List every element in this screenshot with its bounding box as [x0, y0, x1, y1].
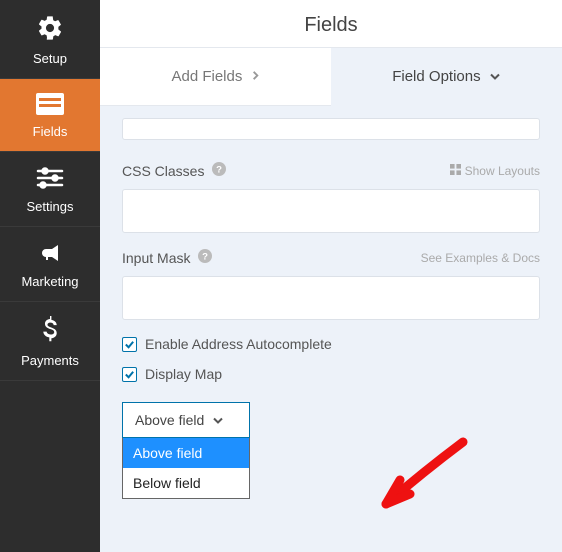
- label-text: Input Mask: [122, 250, 190, 266]
- app-root: Setup Fields Settings Marketing Payments: [0, 0, 562, 552]
- sidebar-item-settings[interactable]: Settings: [0, 152, 100, 227]
- chevron-down-icon: [212, 412, 224, 428]
- tabs: Add Fields Field Options: [100, 48, 562, 106]
- select-dropdown: Above field Below field: [122, 438, 250, 499]
- main-panel: Fields Add Fields Field Options CSS: [100, 0, 562, 552]
- help-icon[interactable]: ?: [198, 249, 212, 266]
- autocomplete-row[interactable]: Enable Address Autocomplete: [122, 336, 540, 352]
- sidebar-item-label: Settings: [27, 199, 74, 214]
- select-value: Above field: [135, 412, 204, 428]
- sidebar-item-marketing[interactable]: Marketing: [0, 227, 100, 302]
- select-option-below[interactable]: Below field: [123, 468, 249, 498]
- svg-text:?: ?: [217, 165, 223, 176]
- check-label: Display Map: [145, 366, 222, 382]
- checkbox-icon: [122, 337, 137, 352]
- label-text: CSS Classes: [122, 163, 204, 179]
- dollar-icon: [0, 316, 100, 347]
- tab-add-fields[interactable]: Add Fields: [100, 48, 331, 106]
- sidebar-item-label: Payments: [21, 353, 79, 368]
- svg-text:?: ?: [203, 252, 209, 263]
- check-label: Enable Address Autocomplete: [145, 336, 332, 352]
- sidebar-item-label: Marketing: [21, 274, 78, 289]
- arrow-annotation-icon: [368, 432, 478, 535]
- grid-icon: [450, 164, 461, 178]
- show-layouts-link[interactable]: Show Layouts: [450, 164, 540, 178]
- tab-field-options[interactable]: Field Options: [331, 48, 562, 106]
- map-position-select: Above field Above field Below field: [122, 402, 250, 438]
- link-text: Show Layouts: [465, 164, 540, 178]
- form-icon: [0, 93, 100, 118]
- sidebar-item-fields[interactable]: Fields: [0, 79, 100, 152]
- prev-field-input[interactable]: [122, 118, 540, 140]
- sidebar-item-setup[interactable]: Setup: [0, 0, 100, 79]
- gear-icon: [0, 14, 100, 45]
- sidebar-item-payments[interactable]: Payments: [0, 302, 100, 381]
- help-icon[interactable]: ?: [212, 162, 226, 179]
- select-option-above[interactable]: Above field: [123, 438, 249, 468]
- input-mask-group: Input Mask ? See Examples & Docs: [122, 249, 540, 320]
- tab-label: Field Options: [392, 68, 480, 85]
- input-mask-input[interactable]: [122, 276, 540, 320]
- tab-label: Add Fields: [171, 68, 242, 85]
- sidebar-item-label: Fields: [33, 124, 68, 139]
- display-map-row[interactable]: Display Map: [122, 366, 540, 382]
- link-text: See Examples & Docs: [421, 251, 540, 265]
- select-button[interactable]: Above field: [122, 402, 250, 438]
- chevron-right-icon: [251, 68, 260, 85]
- sidebar-item-label: Setup: [33, 51, 67, 66]
- page-title: Fields: [100, 0, 562, 48]
- sidebar: Setup Fields Settings Marketing Payments: [0, 0, 100, 552]
- css-classes-input[interactable]: [122, 189, 540, 233]
- css-classes-label: CSS Classes ?: [122, 162, 226, 179]
- options-panel: CSS Classes ? Show Layouts: [100, 106, 562, 438]
- input-mask-label: Input Mask ?: [122, 249, 212, 266]
- bullhorn-icon: [0, 241, 100, 268]
- see-examples-link[interactable]: See Examples & Docs: [421, 251, 540, 265]
- css-classes-group: CSS Classes ? Show Layouts: [122, 162, 540, 233]
- sliders-icon: [0, 166, 100, 193]
- checkbox-icon: [122, 367, 137, 382]
- chevron-down-icon: [489, 68, 501, 85]
